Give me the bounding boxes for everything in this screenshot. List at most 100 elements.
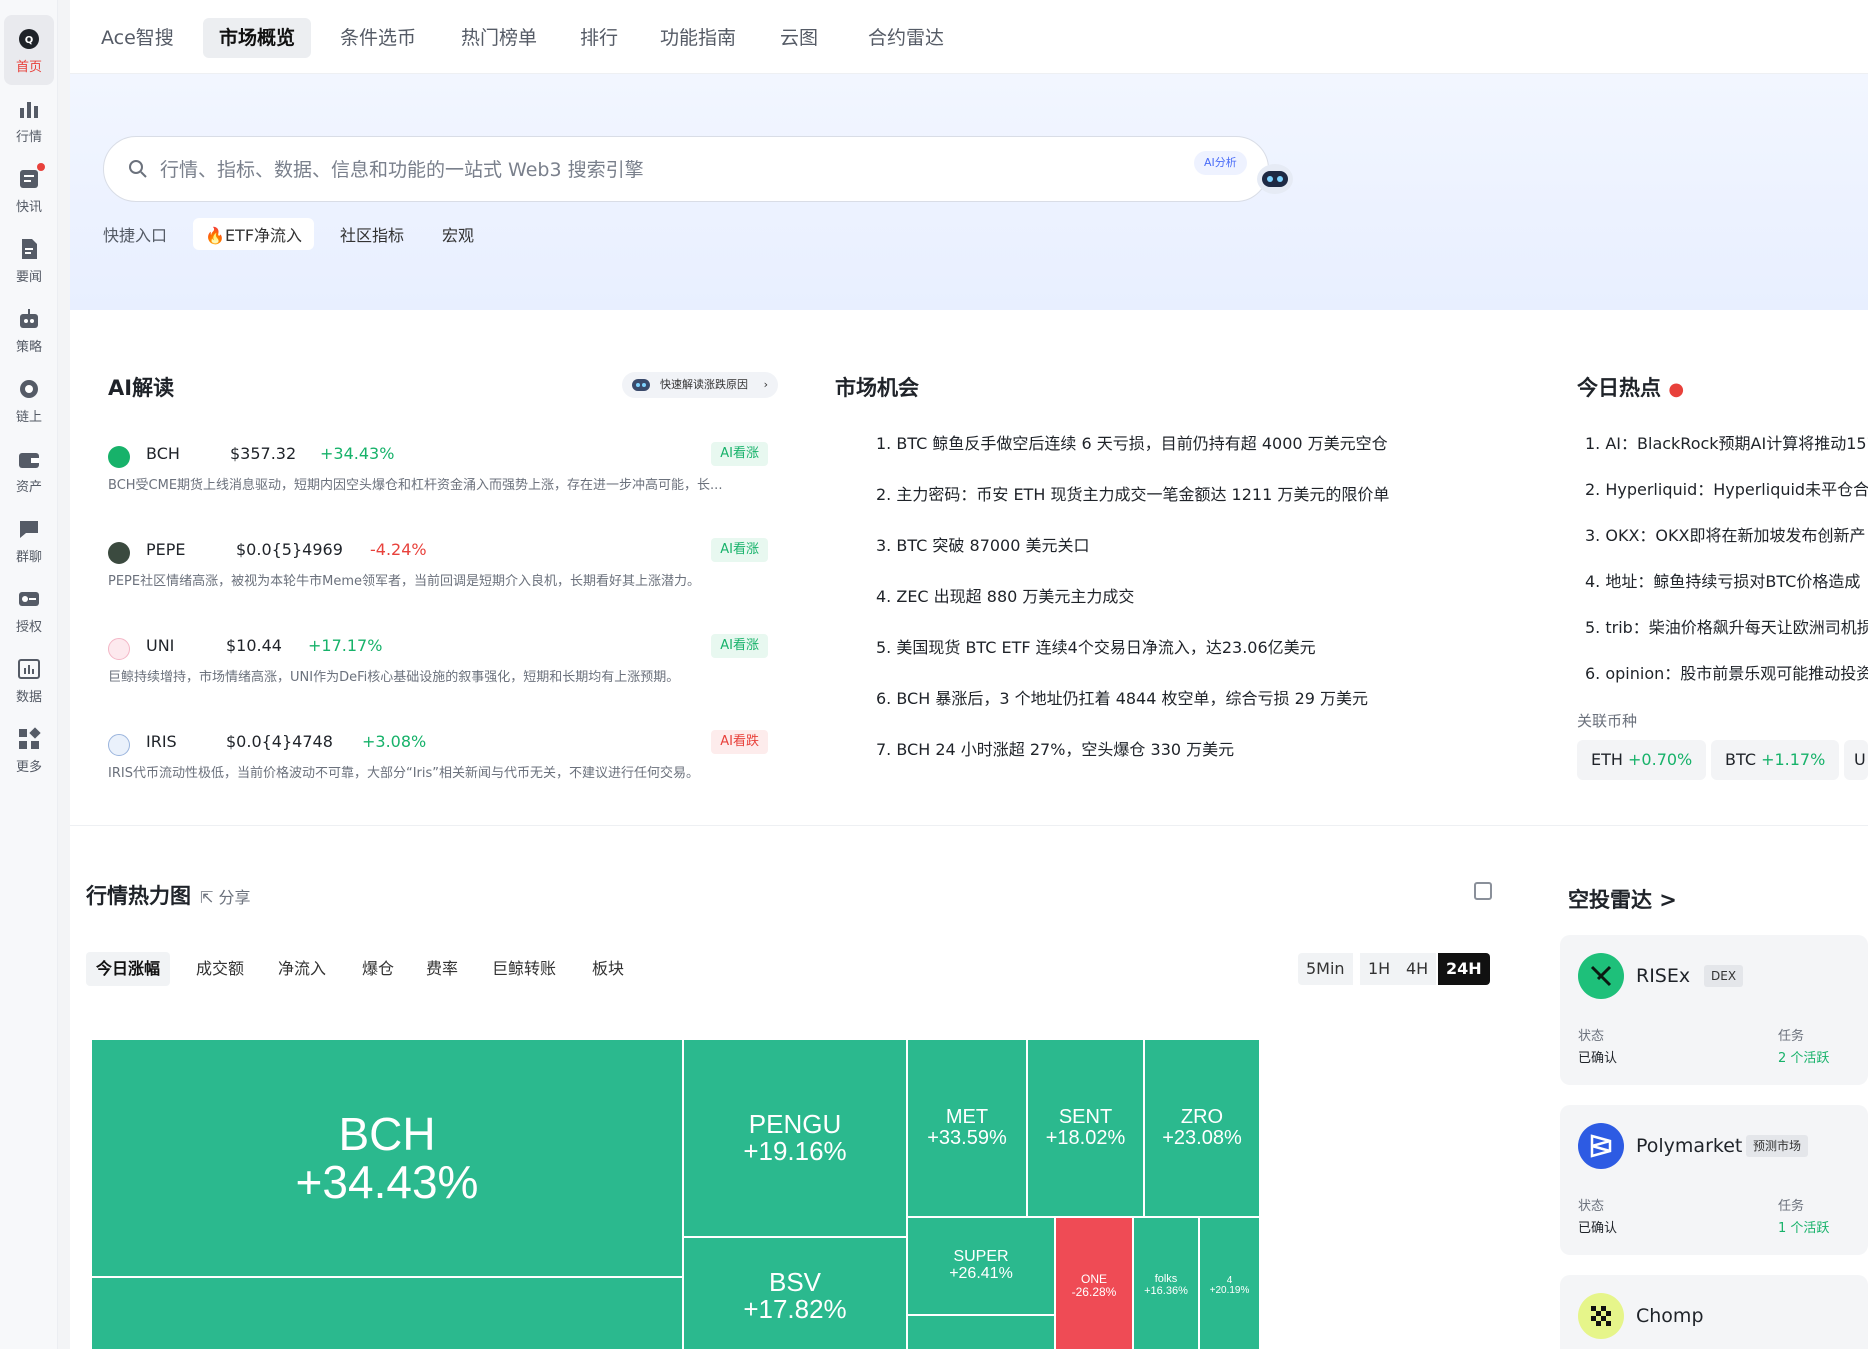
airdrop-card[interactable]: Polymarket 预测市场 状态 任务 已确认 1 个活跃 (1560, 1105, 1868, 1255)
sidebar-item-headlines[interactable]: 要闻 (4, 225, 54, 295)
heatmap-tab-change[interactable]: 今日涨幅 (86, 952, 171, 986)
airdrop-card[interactable]: Chomp (1560, 1275, 1868, 1349)
tab-hot-lists[interactable]: 热门榜单 (445, 18, 553, 58)
quick-entry-community[interactable]: 社区指标 (328, 218, 416, 250)
quick-entry-macro[interactable]: 宏观 (430, 218, 486, 250)
hot-item[interactable]: 6. opinion：股市前景乐观可能推动投资 (1585, 660, 1868, 684)
ai-read-description: BCH受CME期货上线消息驱动，短期内因空头爆仓和杠杆资金涌入而强势上涨，存在进… (108, 478, 723, 493)
heatmap-cell-symbol: PENGU (748, 1108, 842, 1139)
heatmap-cell-4[interactable]: 4 +20.19% (1198, 1216, 1261, 1349)
tab-ranking[interactable]: 排行 (564, 18, 634, 58)
sidebar-item-home[interactable]: Q 首页 (4, 15, 54, 85)
tab-cloud-map[interactable]: 云图 (764, 18, 834, 58)
heatmap-cell-folks[interactable]: folks +16.36% (1132, 1216, 1200, 1349)
opportunity-item[interactable]: 2. 主力密码：币安 ETH 现货主力成交一笔金额达 1211 万美元的限价单 (876, 481, 1389, 505)
heatmap-cell[interactable] (906, 1314, 1056, 1349)
sidebar-item-auth[interactable]: 授权 (4, 575, 54, 645)
related-coin-chip[interactable]: BTC +1.17% (1711, 740, 1840, 780)
hot-item[interactable]: 1. AI：BlackRock预期AI计算将推动157 (1585, 430, 1868, 454)
share-label: 分享 (218, 888, 251, 907)
heatmap-cell-bch[interactable]: BCH +34.43% (90, 1038, 684, 1278)
hot-item[interactable]: 2. Hyperliquid：Hyperliquid未平仓合约 (1585, 476, 1868, 500)
related-coin-symbol: BTC (1725, 750, 1756, 769)
tab-ace-search[interactable]: Ace智搜 (85, 18, 190, 58)
hot-item[interactable]: 4. 地址：鲸鱼持续亏损对BTC价格造成 (1585, 568, 1868, 592)
heatmap-cell-pengu[interactable]: PENGU +19.16% (682, 1038, 908, 1238)
ai-quick-explain-button[interactable]: 快速解读涨跌原因 › (622, 372, 778, 398)
section-divider (70, 825, 1868, 826)
tab-guide[interactable]: 功能指南 (644, 18, 752, 58)
heatmap-tab-sector[interactable]: 板块 (582, 952, 634, 986)
project-name: Polymarket (1636, 1135, 1743, 1157)
task-value[interactable]: 2 个活跃 (1778, 1047, 1829, 1066)
heatmap-tab-netflow[interactable]: 净流入 (268, 952, 336, 986)
heatmap-cell-zro[interactable]: ZRO +23.08% (1143, 1038, 1261, 1218)
opportunity-item[interactable]: 4. ZEC 出现超 880 万美元主力成交 (876, 583, 1134, 607)
heatmap-cell-sent[interactable]: SENT +18.02% (1026, 1038, 1145, 1218)
task-value[interactable]: 1 个活跃 (1778, 1217, 1829, 1236)
today-hot-title: 今日热点 ● (1577, 372, 1684, 402)
heatmap-tab-funding[interactable]: 费率 (416, 952, 468, 986)
quick-entry-etf-inflow[interactable]: 🔥ETF净流入 (193, 218, 315, 250)
sidebar-item-data[interactable]: 数据 (4, 645, 54, 715)
fullscreen-icon[interactable] (1474, 882, 1492, 900)
ai-sentiment-badge: AI看跌 (711, 730, 768, 754)
related-coin-chip[interactable]: U (1844, 740, 1868, 780)
coin-change: +17.17% (308, 636, 383, 655)
search-box[interactable]: AI分析 (103, 136, 1293, 202)
heatmap-cell-change: +34.43% (295, 1156, 479, 1208)
opportunity-item[interactable]: 1. BTC 鲸鱼反手做空后连续 6 天亏损，目前仍持有超 4000 万美元空仓 (876, 430, 1388, 454)
ai-read-row[interactable]: BCH $357.32 +34.43% AI看涨 BCH受CME期货上线消息驱动… (108, 440, 768, 520)
related-coin-chip[interactable]: ETH +0.70% (1577, 740, 1707, 780)
airdrop-radar-title[interactable]: 空投雷达 > (1568, 884, 1677, 914)
top-navigation: Ace智搜 市场概览 条件选币 热门榜单 排行 功能指南 云图 合约雷达 (70, 0, 1868, 74)
hot-item[interactable]: 5. trib：柴油价格飙升每天让欧洲司机损 (1585, 614, 1868, 638)
opportunity-item[interactable]: 3. BTC 突破 87000 美元关口 (876, 532, 1090, 556)
heatmap-tab-whale-transfer[interactable]: 巨鲸转账 (482, 952, 566, 986)
sidebar-item-more[interactable]: 更多 (4, 715, 54, 785)
svg-text:Q: Q (25, 35, 34, 46)
chat-icon (16, 516, 42, 542)
tab-contract-radar[interactable]: 合约雷达 (852, 18, 960, 58)
ai-analysis-tag[interactable]: AI分析 (1194, 151, 1247, 175)
ai-robot-icon[interactable] (1254, 159, 1296, 197)
ai-read-row[interactable]: IRIS $0.0{4}4748 +3.08% AI看跌 IRIS代币流动性极低… (108, 728, 768, 808)
opportunity-item[interactable]: 5. 美国现货 BTC ETF 连续4个交易日净流入，达23.06亿美元 (876, 634, 1316, 658)
sidebar-item-strategy[interactable]: 策略 (4, 295, 54, 365)
opportunity-item[interactable]: 6. BCH 暴涨后，3 个地址仍扛着 4844 枚空单，综合亏损 29 万美元 (876, 685, 1368, 709)
project-name: Chomp (1636, 1305, 1704, 1327)
heatmap-cell-one[interactable]: ONE -26.28% (1054, 1216, 1134, 1349)
heatmap-tab-liquidation[interactable]: 爆仓 (352, 952, 404, 986)
coin-change: +3.08% (362, 732, 427, 751)
ai-read-row[interactable]: UNI $10.44 +17.17% AI看涨 巨鲸持续增持，市场情绪高涨，UN… (108, 632, 768, 712)
timeframe-1h[interactable]: 1H (1360, 953, 1399, 985)
bch-logo-icon (108, 446, 130, 468)
heatmap-tab-volume[interactable]: 成交额 (186, 952, 254, 986)
sidebar-item-chat[interactable]: 群聊 (4, 505, 54, 575)
wallet-icon (16, 446, 42, 472)
market-opportunity-title: 市场机会 (835, 376, 919, 400)
sidebar-item-market[interactable]: 行情 (4, 85, 54, 155)
share-button[interactable]: ⇱ 分享 (200, 884, 251, 908)
hot-item[interactable]: 3. OKX：OKX即将在新加坡发布创新产 (1585, 522, 1868, 546)
opportunity-item[interactable]: 7. BCH 24 小时涨超 27%，空头爆仓 330 万美元 (876, 736, 1234, 760)
airdrop-card[interactable]: RISEx DEX 状态 任务 已确认 2 个活跃 (1560, 935, 1868, 1085)
heatmap-cell[interactable] (90, 1276, 684, 1349)
chomp-logo-icon (1578, 1293, 1624, 1339)
heatmap-cell-met[interactable]: MET +33.59% (906, 1038, 1028, 1218)
heatmap-cell-super[interactable]: SUPER +26.41% (906, 1216, 1056, 1316)
tab-coin-screener[interactable]: 条件选币 (324, 18, 432, 58)
ai-read-description: IRIS代币流动性极低，当前价格波动不可靠，大部分“Iris”相关新闻与代币无关… (108, 766, 699, 781)
search-input[interactable] (160, 151, 1060, 189)
sidebar-item-label: 首页 (15, 59, 42, 75)
ai-read-row[interactable]: PEPE $0.0{5}4969 -4.24% AI看涨 PEPE社区情绪高涨，… (108, 536, 768, 616)
sidebar-item-onchain[interactable]: 链上 (4, 365, 54, 435)
timeframe-4h[interactable]: 4H (1398, 953, 1437, 985)
timeframe-24h[interactable]: 24H (1438, 953, 1490, 985)
quick-entry-bar: 快捷入口 🔥ETF净流入 社区指标 宏观 (103, 216, 500, 252)
tab-market-overview[interactable]: 市场概览 (203, 18, 312, 58)
sidebar-item-flash[interactable]: 快讯 (4, 155, 54, 225)
timeframe-5min[interactable]: 5Min (1298, 953, 1353, 985)
sidebar-item-assets[interactable]: 资产 (4, 435, 54, 505)
heatmap-cell-bsv[interactable]: BSV +17.82% (682, 1236, 908, 1349)
